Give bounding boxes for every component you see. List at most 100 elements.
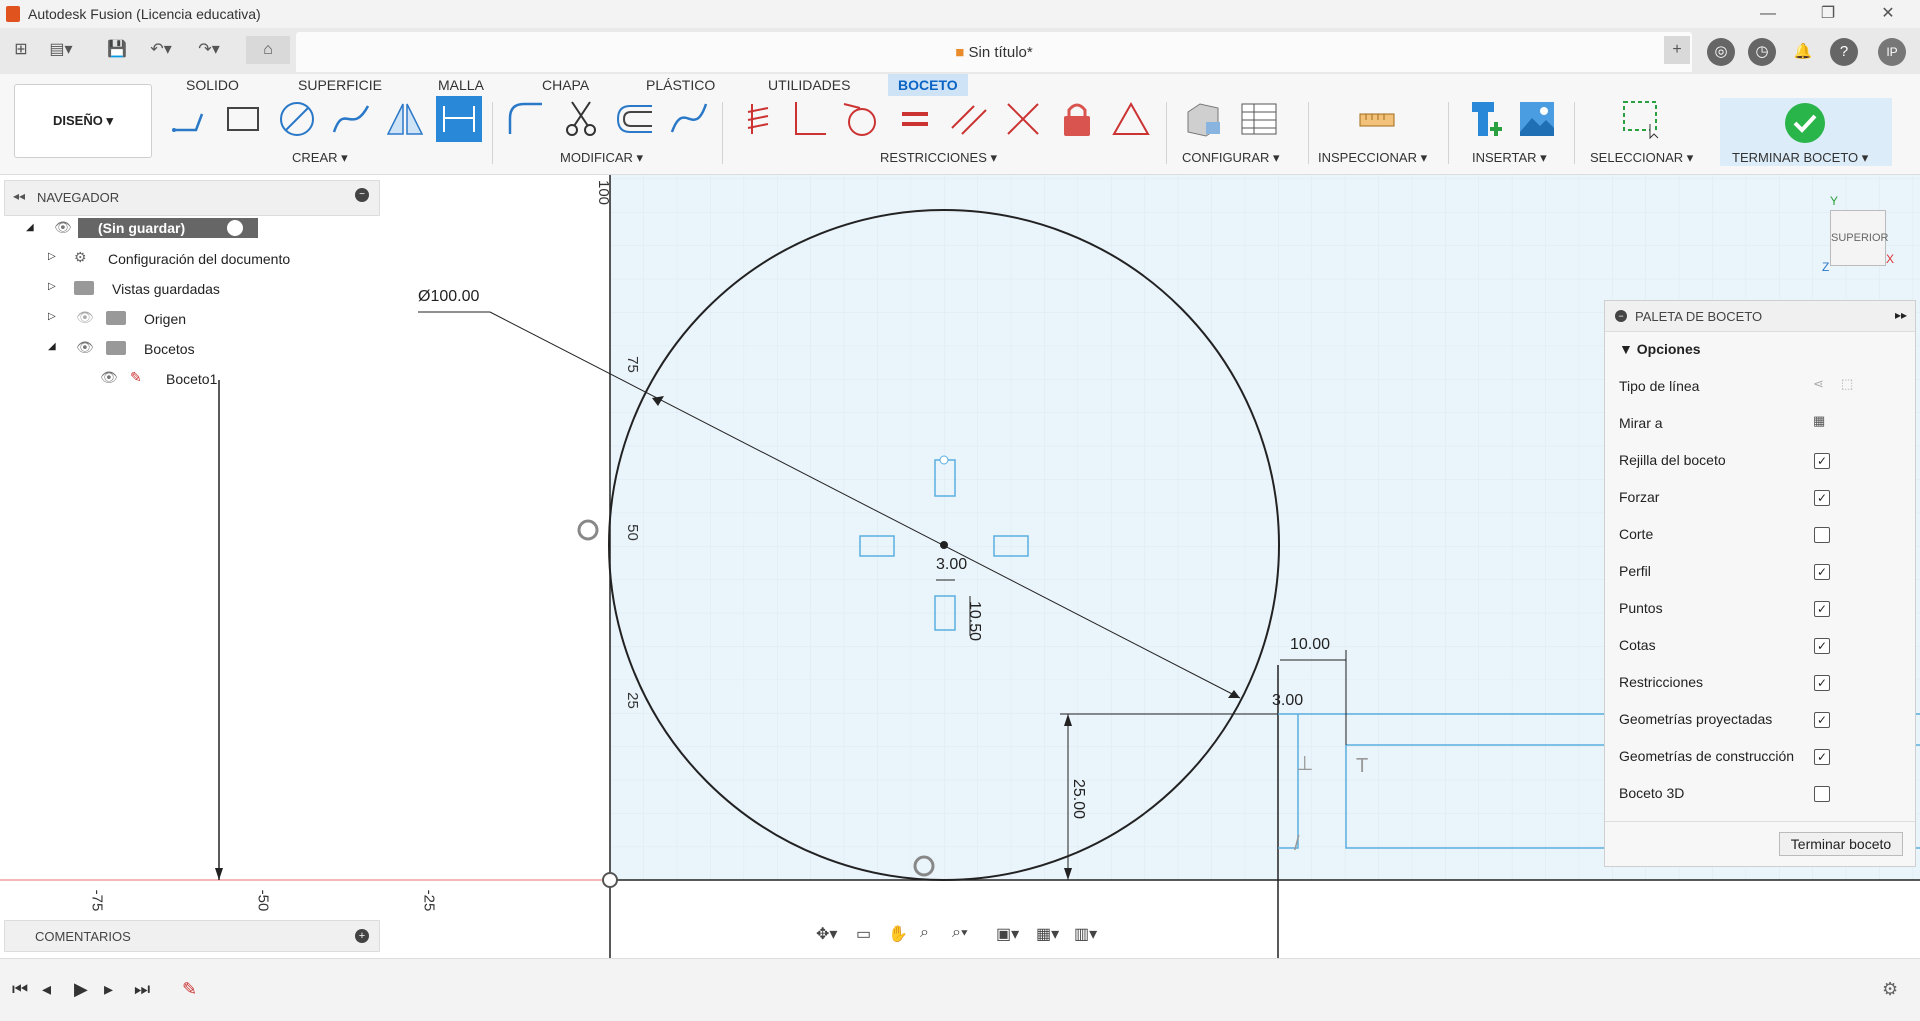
tab-boceto[interactable]: BOCETO [888,74,968,96]
user-avatar[interactable]: IP [1878,38,1906,66]
group-restricciones[interactable]: RESTRICCIONES ▾ [880,150,997,166]
collapse-browser-icon[interactable]: ◂◂ [13,189,25,203]
maximize-button[interactable]: ❐ [1800,0,1856,28]
trim-tool-icon[interactable] [560,98,602,140]
browser-item-document-settings[interactable]: ▷ ⚙ Configuración del documento [48,246,308,274]
workspace-switcher[interactable]: DISEÑO ▾ [14,84,152,158]
linetype-icon[interactable]: ⋖ [1813,376,1824,392]
close-window-button[interactable]: ✕ [1860,0,1916,28]
spline-tool-icon[interactable] [330,98,372,140]
document-tab[interactable]: ■ Sin título* ✕ [296,32,1692,72]
sketch-dimension-tool-icon[interactable] [436,96,482,142]
mirror-tool-icon[interactable] [384,98,426,140]
undo-icon[interactable]: ↶▾ [148,36,174,64]
browser-root[interactable]: ◢ 👁 (Sin guardar) [26,216,258,244]
job-status-icon[interactable]: ◷ [1748,38,1776,66]
grid-settings-icon[interactable]: ▦▾ [1036,924,1059,944]
timeline-sketch-icon[interactable]: ✎ [182,979,197,1000]
3d-sketch-checkbox[interactable] [1814,786,1830,802]
expand-right-icon[interactable]: ▷ [48,251,56,262]
timeline-settings-icon[interactable]: ⚙ [1882,979,1898,1000]
previous-step-icon[interactable]: ◂ [42,979,51,1000]
select-window-icon[interactable] [1620,98,1662,140]
visibility-eye-icon[interactable]: 👁 [76,339,94,356]
visibility-eye-icon[interactable]: 👁 [54,219,72,236]
measure-tool-icon[interactable] [1356,98,1398,140]
browser-item-sketch1[interactable]: 👁 ✎ Boceto1 [96,366,296,394]
play-icon[interactable]: ▶ [74,979,88,1000]
circle-tool-icon[interactable] [276,98,318,140]
lock-constraint-icon[interactable] [1056,98,1098,140]
visibility-eye-icon[interactable]: 👁 [100,369,118,386]
fillet-tool-icon[interactable] [504,98,546,140]
group-configurar[interactable]: CONFIGURAR ▾ [1182,150,1280,166]
dimension-3[interactable]: 3.00 [1272,692,1303,710]
tab-superficie[interactable]: SUPERFICIE [288,74,392,96]
finish-sketch-button[interactable]: Terminar boceto [1779,832,1903,856]
tab-chapa[interactable]: CHAPA [532,74,599,96]
view-cube[interactable]: SUPERIOR [1830,210,1888,266]
parallel-constraint-icon[interactable] [948,98,990,140]
tab-solido[interactable]: SOLIDO [176,74,249,96]
snap-checkbox[interactable]: ✓ [1814,490,1830,506]
constraints-checkbox[interactable]: ✓ [1814,675,1830,691]
first-step-icon[interactable]: ⏮ [12,979,28,1000]
file-menu-icon[interactable]: ▤▾ [48,36,74,64]
fix-constraint-icon[interactable] [738,98,780,140]
new-tab-icon[interactable]: + [1664,36,1690,64]
diameter-dimension[interactable]: Ø100.00 [418,288,479,306]
hidden-eye-icon[interactable]: 👁 [76,309,94,326]
options-section[interactable]: ▼ Opciones [1619,341,1701,357]
configure-table-icon[interactable] [1238,98,1280,140]
rectangle-tool-icon[interactable] [222,98,264,140]
fit-zoom-icon[interactable]: ⌕▾ [952,924,968,942]
next-step-icon[interactable]: ▸ [104,979,113,1000]
dimension-width[interactable]: 3.00 [936,556,967,574]
app-grid-icon[interactable]: ⊞ [8,36,34,64]
last-step-icon[interactable]: ⏭ [134,979,150,1000]
browser-item-sketches[interactable]: ◢ 👁 Bocetos [48,336,308,364]
group-insertar[interactable]: INSERTAR ▾ [1472,150,1547,166]
browser-item-origin[interactable]: ▷ 👁 Origen [48,306,308,334]
help-icon[interactable]: ? [1830,38,1858,66]
group-inspeccionar[interactable]: INSPECCIONAR ▾ [1318,150,1427,166]
grid-checkbox[interactable]: ✓ [1814,453,1830,469]
line-tool-icon[interactable] [168,98,210,140]
expand-right-icon[interactable]: ▷ [48,311,56,322]
projected-geometry-checkbox[interactable]: ✓ [1814,712,1830,728]
perpendicular-constraint-icon[interactable] [788,98,830,140]
equal-constraint-icon[interactable] [894,98,936,140]
tab-utilidades[interactable]: UTILIDADES [758,74,860,96]
look-at-icon[interactable]: ▦ [1813,413,1825,429]
tab-plastico[interactable]: PLÁSTICO [636,74,725,96]
notifications-icon[interactable]: 🔔 [1789,38,1817,66]
group-modificar[interactable]: MODIFICAR ▾ [560,150,643,166]
coincident-constraint-icon[interactable] [1002,98,1044,140]
profile-checkbox[interactable]: ✓ [1814,564,1830,580]
minimize-browser-icon[interactable]: − [355,188,369,202]
activate-radio-icon[interactable] [226,219,244,237]
group-seleccionar[interactable]: SELECCIONAR ▾ [1590,150,1693,166]
zoom-icon[interactable]: ⌕ [920,924,929,942]
dimension-25[interactable]: 25.00 [1069,779,1087,819]
dimension-height[interactable]: 10.50 [965,601,983,641]
home-icon[interactable]: ⌂ [246,36,290,64]
add-comment-icon[interactable]: + [355,929,369,943]
construction-icon[interactable]: ⬚ [1841,376,1853,392]
dimensions-checkbox[interactable]: ✓ [1814,638,1830,654]
tab-malla[interactable]: MALLA [428,74,494,96]
expand-down-icon[interactable]: ◢ [48,341,56,352]
orbit-icon[interactable]: ✥▾ [816,924,837,944]
insert-fastener-icon[interactable] [1466,98,1508,140]
look-at-face-icon[interactable]: ▭ [856,924,871,944]
curve-tool-icon[interactable] [668,98,710,140]
slice-checkbox[interactable] [1814,527,1830,543]
tangent-constraint-icon[interactable] [840,98,882,140]
pan-icon[interactable]: ✋ [888,924,908,944]
change-parameters-icon[interactable] [1182,98,1224,140]
expand-down-icon[interactable]: ◢ [26,222,34,233]
triangle-constraint-icon[interactable] [1110,98,1152,140]
offset-tool-icon[interactable] [614,98,656,140]
expand-right-icon[interactable]: ▷ [48,281,56,292]
display-settings-icon[interactable]: ▣▾ [996,924,1019,944]
